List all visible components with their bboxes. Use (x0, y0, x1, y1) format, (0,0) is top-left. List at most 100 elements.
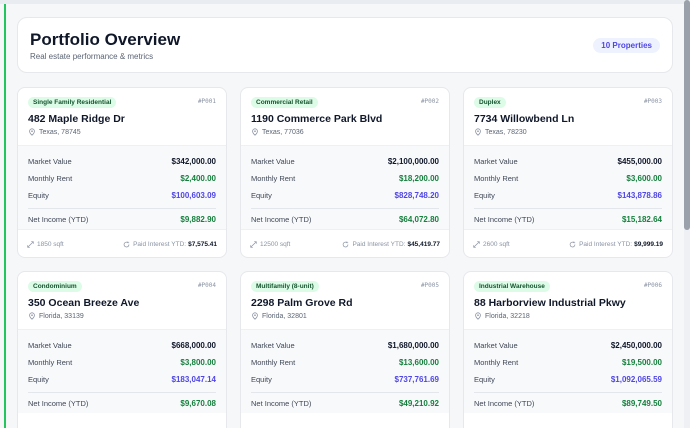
metrics-panel: Market Value $2,100,000.00 Monthly Rent … (241, 145, 449, 229)
market-value: $2,100,000.00 (387, 156, 439, 166)
monthly-rent-row: Monthly Rent $18,200.00 (251, 172, 439, 184)
property-card[interactable]: Condominium #P004 350 Ocean Breeze Ave F… (17, 271, 227, 428)
property-address: 350 Ocean Breeze Ave (28, 297, 140, 309)
market-value-label: Market Value (474, 156, 518, 166)
equity: $1,092,065.59 (610, 374, 662, 384)
equity-label: Equity (251, 190, 272, 200)
paid-interest: Paid Interest YTD: $9,999.19 (569, 241, 663, 248)
property-location: Texas, 78230 (474, 128, 527, 136)
property-type-badge: Multifamily (8-unit) (251, 281, 319, 292)
market-value: $668,000.00 (171, 340, 217, 350)
page-subtitle: Real estate performance & metrics (30, 52, 154, 61)
location-text: Texas, 78745 (39, 128, 81, 136)
equity: $828,748.20 (394, 190, 440, 200)
equity: $183,047.14 (171, 374, 217, 384)
equity-label: Equity (28, 190, 49, 200)
property-location: Florida, 32801 (251, 312, 307, 320)
location-text: Florida, 33139 (39, 312, 84, 320)
monthly-rent-label: Monthly Rent (28, 357, 73, 367)
monthly-rent: $3,600.00 (626, 173, 662, 183)
net-income-row: Net Income (YTD) $89,749.50 (474, 397, 662, 409)
sqft: 12500 sqft (250, 241, 290, 248)
equity-label: Equity (251, 374, 272, 384)
property-card[interactable]: Multifamily (8-unit) #P005 2298 Palm Gro… (240, 271, 450, 428)
page-title: Portfolio Overview (30, 30, 181, 49)
refresh-icon (123, 241, 130, 248)
net-income: $9,670.08 (180, 398, 216, 408)
property-type-badge: Duplex (474, 97, 506, 108)
paid-interest-label: Paid Interest YTD: (579, 241, 633, 248)
property-card[interactable]: Industrial Warehouse #P006 88 Harborview… (463, 271, 673, 428)
net-income: $9,882.90 (180, 214, 216, 224)
property-id: #P005 (420, 282, 439, 289)
monthly-rent: $2,400.00 (180, 173, 216, 183)
expand-icon (473, 241, 480, 248)
location-text: Florida, 32218 (485, 312, 530, 320)
sqft-text: 12500 sqft (260, 241, 291, 248)
card-footer: 12500 sqft Paid Interest YTD: $45,419.77 (241, 229, 449, 257)
property-address: 7734 Willowbend Ln (474, 113, 575, 125)
metric-divider (251, 392, 439, 393)
property-id: #P002 (420, 98, 439, 105)
market-value-row: Market Value $2,100,000.00 (251, 155, 439, 167)
paid-interest: Paid Interest YTD: $7,575.41 (123, 241, 217, 248)
location-text: Texas, 78230 (485, 128, 527, 136)
net-income-label: Net Income (YTD) (28, 398, 89, 408)
equity-row: Equity $1,092,065.59 (474, 373, 662, 385)
market-value: $455,000.00 (617, 156, 663, 166)
sqft: 1850 sqft (27, 241, 64, 248)
net-income-label: Net Income (YTD) (251, 398, 312, 408)
map-pin-icon (475, 128, 481, 136)
property-card[interactable]: Commercial Retail #P002 1190 Commerce Pa… (240, 87, 450, 258)
market-value-label: Market Value (251, 340, 295, 350)
equity-row: Equity $183,047.14 (28, 373, 216, 385)
property-id: #P003 (643, 98, 662, 105)
property-id: #P004 (197, 282, 216, 289)
monthly-rent-row: Monthly Rent $2,400.00 (28, 172, 216, 184)
property-type-badge: Commercial Retail (251, 97, 318, 108)
monthly-rent: $13,600.00 (398, 357, 439, 367)
paid-interest-label: Paid Interest YTD: (133, 241, 187, 248)
map-pin-icon (29, 128, 35, 136)
map-pin-icon (252, 128, 258, 136)
market-value-row: Market Value $2,450,000.00 (474, 339, 662, 351)
property-type-badge: Industrial Warehouse (474, 281, 550, 292)
property-location: Florida, 33139 (28, 312, 84, 320)
scrollbar[interactable] (684, 0, 690, 428)
market-value: $2,450,000.00 (610, 340, 662, 350)
property-id: #P001 (197, 98, 216, 105)
location-text: Florida, 32801 (262, 312, 307, 320)
property-location: Florida, 32218 (474, 312, 530, 320)
scrollbar-thumb[interactable] (684, 0, 690, 230)
equity-row: Equity $143,878.86 (474, 189, 662, 201)
property-card[interactable]: Duplex #P003 7734 Willowbend Ln Texas, 7… (463, 87, 673, 258)
market-value-label: Market Value (474, 340, 518, 350)
property-address: 1190 Commerce Park Blvd (251, 113, 383, 125)
net-income-label: Net Income (YTD) (474, 214, 535, 224)
metrics-panel: Market Value $1,680,000.00 Monthly Rent … (241, 329, 449, 413)
property-card[interactable]: Single Family Residential #P001 482 Mapl… (17, 87, 227, 258)
market-value-row: Market Value $342,000.00 (28, 155, 216, 167)
map-pin-icon (252, 312, 258, 320)
market-value-row: Market Value $668,000.00 (28, 339, 216, 351)
net-income-row: Net Income (YTD) $9,670.08 (28, 397, 216, 409)
property-address: 482 Maple Ridge Dr (28, 113, 125, 125)
metrics-panel: Market Value $455,000.00 Monthly Rent $3… (464, 145, 672, 229)
sqft-text: 2600 sqft (483, 241, 510, 248)
map-pin-icon (29, 312, 35, 320)
expand-icon (250, 241, 257, 248)
net-income: $49,210.92 (398, 398, 439, 408)
metrics-panel: Market Value $2,450,000.00 Monthly Rent … (464, 329, 672, 413)
refresh-icon (343, 241, 349, 248)
metric-divider (474, 392, 662, 393)
card-footer: 1850 sqft Paid Interest YTD: $7,575.41 (18, 229, 226, 257)
location-text: Texas, 77036 (262, 128, 304, 136)
monthly-rent-label: Monthly Rent (474, 357, 519, 367)
sqft: 2600 sqft (473, 241, 510, 248)
monthly-rent-label: Monthly Rent (474, 173, 519, 183)
metric-divider (474, 208, 662, 209)
property-type-badge: Condominium (28, 281, 82, 292)
metric-divider (28, 392, 216, 393)
monthly-rent-row: Monthly Rent $13,600.00 (251, 356, 439, 368)
monthly-rent-label: Monthly Rent (251, 357, 296, 367)
